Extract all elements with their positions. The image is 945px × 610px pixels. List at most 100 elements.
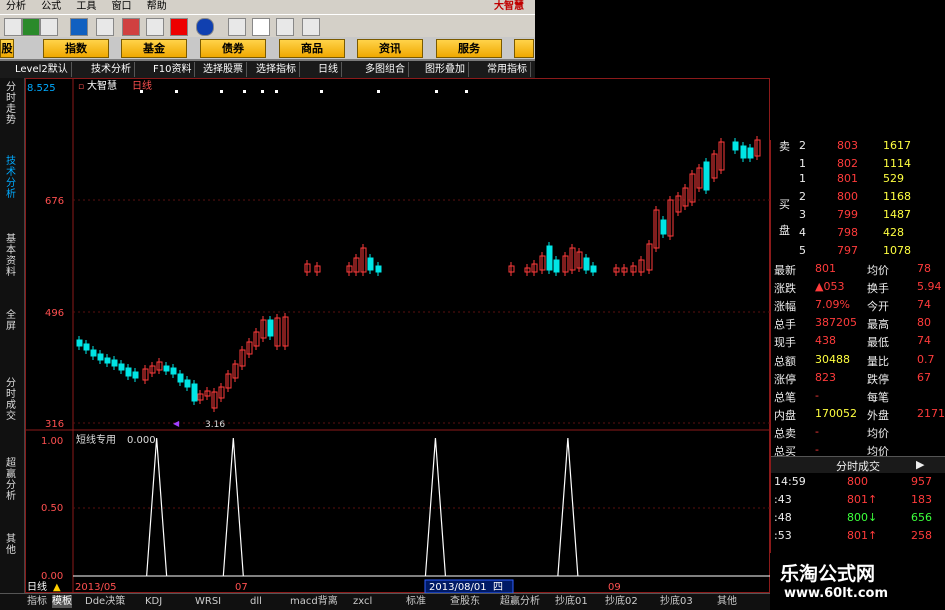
- month-label-1: 2013/05: [75, 582, 117, 593]
- period-label: 日线: [132, 79, 152, 92]
- month-label-3: 09: [608, 582, 621, 593]
- axis-label-676: 676: [45, 196, 64, 207]
- indicator-spike: [424, 437, 447, 577]
- sidebar-item-super[interactable]: 超赢分析: [4, 458, 18, 502]
- tab-select-stock[interactable]: 选择股票: [200, 62, 247, 77]
- nav-stock[interactable]: 股: [0, 39, 14, 58]
- kline-chart[interactable]: 8.525 676 496 316 1.00 0.50 0.00 ▫ 大智慧 日…: [25, 78, 770, 593]
- stat-value: 801: [815, 262, 836, 275]
- nav-service[interactable]: 服务: [436, 39, 502, 58]
- bottom-tab[interactable]: dll: [250, 595, 262, 608]
- nav-commodity[interactable]: 商品: [279, 39, 345, 58]
- left-sidebar: 分时走势 技术分析 基本资料 全屏 分时成交 超赢分析 其他: [0, 78, 25, 600]
- bottom-tab[interactable]: 指标: [27, 595, 47, 608]
- nav-news[interactable]: 资讯: [357, 39, 423, 58]
- menu-help[interactable]: 帮助: [141, 0, 173, 14]
- bottom-tab[interactable]: 抄底02: [605, 595, 638, 608]
- sidebar-item-timeshare[interactable]: 分时走势: [4, 82, 18, 126]
- clipboard-icon[interactable]: [228, 18, 246, 36]
- candle: [703, 161, 710, 191]
- tab-level2[interactable]: Level2默认: [12, 62, 72, 77]
- help-cursor-icon[interactable]: [302, 18, 320, 36]
- stat-label: 涨幅: [774, 300, 796, 314]
- binoculars-icon[interactable]: [96, 18, 114, 36]
- tab-common-indicators[interactable]: 常用指标: [484, 62, 531, 77]
- bottom-tab[interactable]: macd背离: [290, 595, 338, 608]
- indicator-spikes: [73, 437, 770, 577]
- nav-more[interactable]: [514, 39, 534, 58]
- sidebar-item-ticks[interactable]: 分时成交: [4, 378, 18, 422]
- sidebar-item-other[interactable]: 其他: [4, 534, 18, 556]
- bottom-tab[interactable]: 查股东: [450, 595, 480, 608]
- tick-row: :53 801↑ 258: [771, 528, 945, 545]
- tick-row: :43 801↑ 183: [771, 492, 945, 509]
- menu-formula[interactable]: 公式: [35, 0, 67, 14]
- menu-window[interactable]: 窗口: [106, 0, 138, 14]
- signal-dot: [435, 90, 438, 93]
- tab-select-indicator[interactable]: 选择指标: [253, 62, 300, 77]
- signal-dot: [175, 90, 178, 93]
- stat-value: 438: [815, 334, 836, 348]
- stat-label: 总额: [774, 354, 796, 368]
- bottom-tab[interactable]: 标准: [406, 595, 426, 608]
- tab-tech-analysis[interactable]: 技术分析: [88, 62, 135, 77]
- grid-icon[interactable]: [40, 18, 58, 36]
- stat-value: 74: [917, 334, 931, 348]
- tab-daily[interactable]: 日线: [315, 62, 342, 77]
- price-readout: 8.525: [27, 83, 56, 94]
- signal-dot: [243, 90, 246, 93]
- window-icon[interactable]: [252, 18, 270, 36]
- watermark-title: 乐淘公式网: [780, 563, 876, 585]
- stat-label: 现手: [774, 336, 796, 350]
- bottom-tab[interactable]: 模板: [52, 595, 72, 608]
- back-icon[interactable]: [4, 18, 22, 36]
- stat-label: 最高: [867, 318, 889, 332]
- watermark: 乐淘公式网 www.60lt.com: [770, 553, 945, 609]
- bottom-tab[interactable]: WRSI: [195, 595, 221, 608]
- scale-icon[interactable]: [146, 18, 164, 36]
- candle: [76, 339, 83, 347]
- nav-bond[interactable]: 债券: [200, 39, 266, 58]
- dot-marker: ▫: [78, 82, 84, 92]
- bottom-tab[interactable]: 抄底03: [660, 595, 693, 608]
- level-price: 799: [837, 208, 858, 221]
- period-bottom: 日线: [27, 580, 47, 593]
- candle: [163, 365, 170, 372]
- bars-icon[interactable]: [276, 18, 294, 36]
- stat-label: 涨跌: [774, 282, 796, 296]
- info-icon[interactable]: [196, 18, 214, 36]
- level-price: 797: [837, 244, 858, 257]
- menu-tools[interactable]: 工具: [70, 0, 102, 14]
- bottom-tab[interactable]: 其他: [717, 595, 737, 608]
- cursor-icon[interactable]: [122, 18, 140, 36]
- flag-icon[interactable]: [22, 18, 40, 36]
- bottom-tab[interactable]: KDJ: [145, 595, 162, 608]
- bottom-tab[interactable]: 抄底01: [555, 595, 588, 608]
- tab-multi-chart[interactable]: 多图组合: [362, 62, 409, 77]
- menu-analysis[interactable]: 分析: [0, 0, 32, 14]
- ticks-expand-icon[interactable]: ▶: [916, 458, 924, 471]
- bottom-tab[interactable]: 超赢分析: [500, 595, 540, 608]
- chart-icon[interactable]: [70, 18, 88, 36]
- tab-overlay[interactable]: 图形叠加: [422, 62, 469, 77]
- stat-label: 涨停: [774, 372, 796, 386]
- stat-label: 量比: [867, 354, 889, 368]
- sidebar-item-tech[interactable]: 技术分析: [4, 156, 18, 200]
- red-block-icon[interactable]: [170, 18, 188, 36]
- stat-label: 最新: [774, 264, 796, 277]
- bottom-tab[interactable]: zxcl: [353, 595, 372, 608]
- ticks-header: 分时成交 ▶: [771, 456, 945, 473]
- candle: [660, 219, 667, 235]
- tick-volume: 258: [911, 529, 932, 542]
- nav-fund[interactable]: 基金: [121, 39, 187, 58]
- tab-f10[interactable]: F10资料: [150, 62, 196, 77]
- nav-index[interactable]: 指数: [43, 39, 109, 58]
- bottom-tab[interactable]: Dde决策: [85, 595, 125, 608]
- sidebar-item-fullscreen[interactable]: 全屏: [4, 310, 18, 332]
- stat-label: 外盘: [867, 408, 889, 422]
- quote-panel: 卖 买盘 2 803 1617 1 802 1114 1 801 529 2 800 1168 3 79…: [770, 139, 945, 553]
- signal-dot: [220, 90, 223, 93]
- sidebar-item-basic[interactable]: 基本资料: [4, 234, 18, 278]
- level-volume: 1168: [883, 190, 911, 203]
- stat-row: 总额 30488 量比 0.7: [771, 352, 945, 369]
